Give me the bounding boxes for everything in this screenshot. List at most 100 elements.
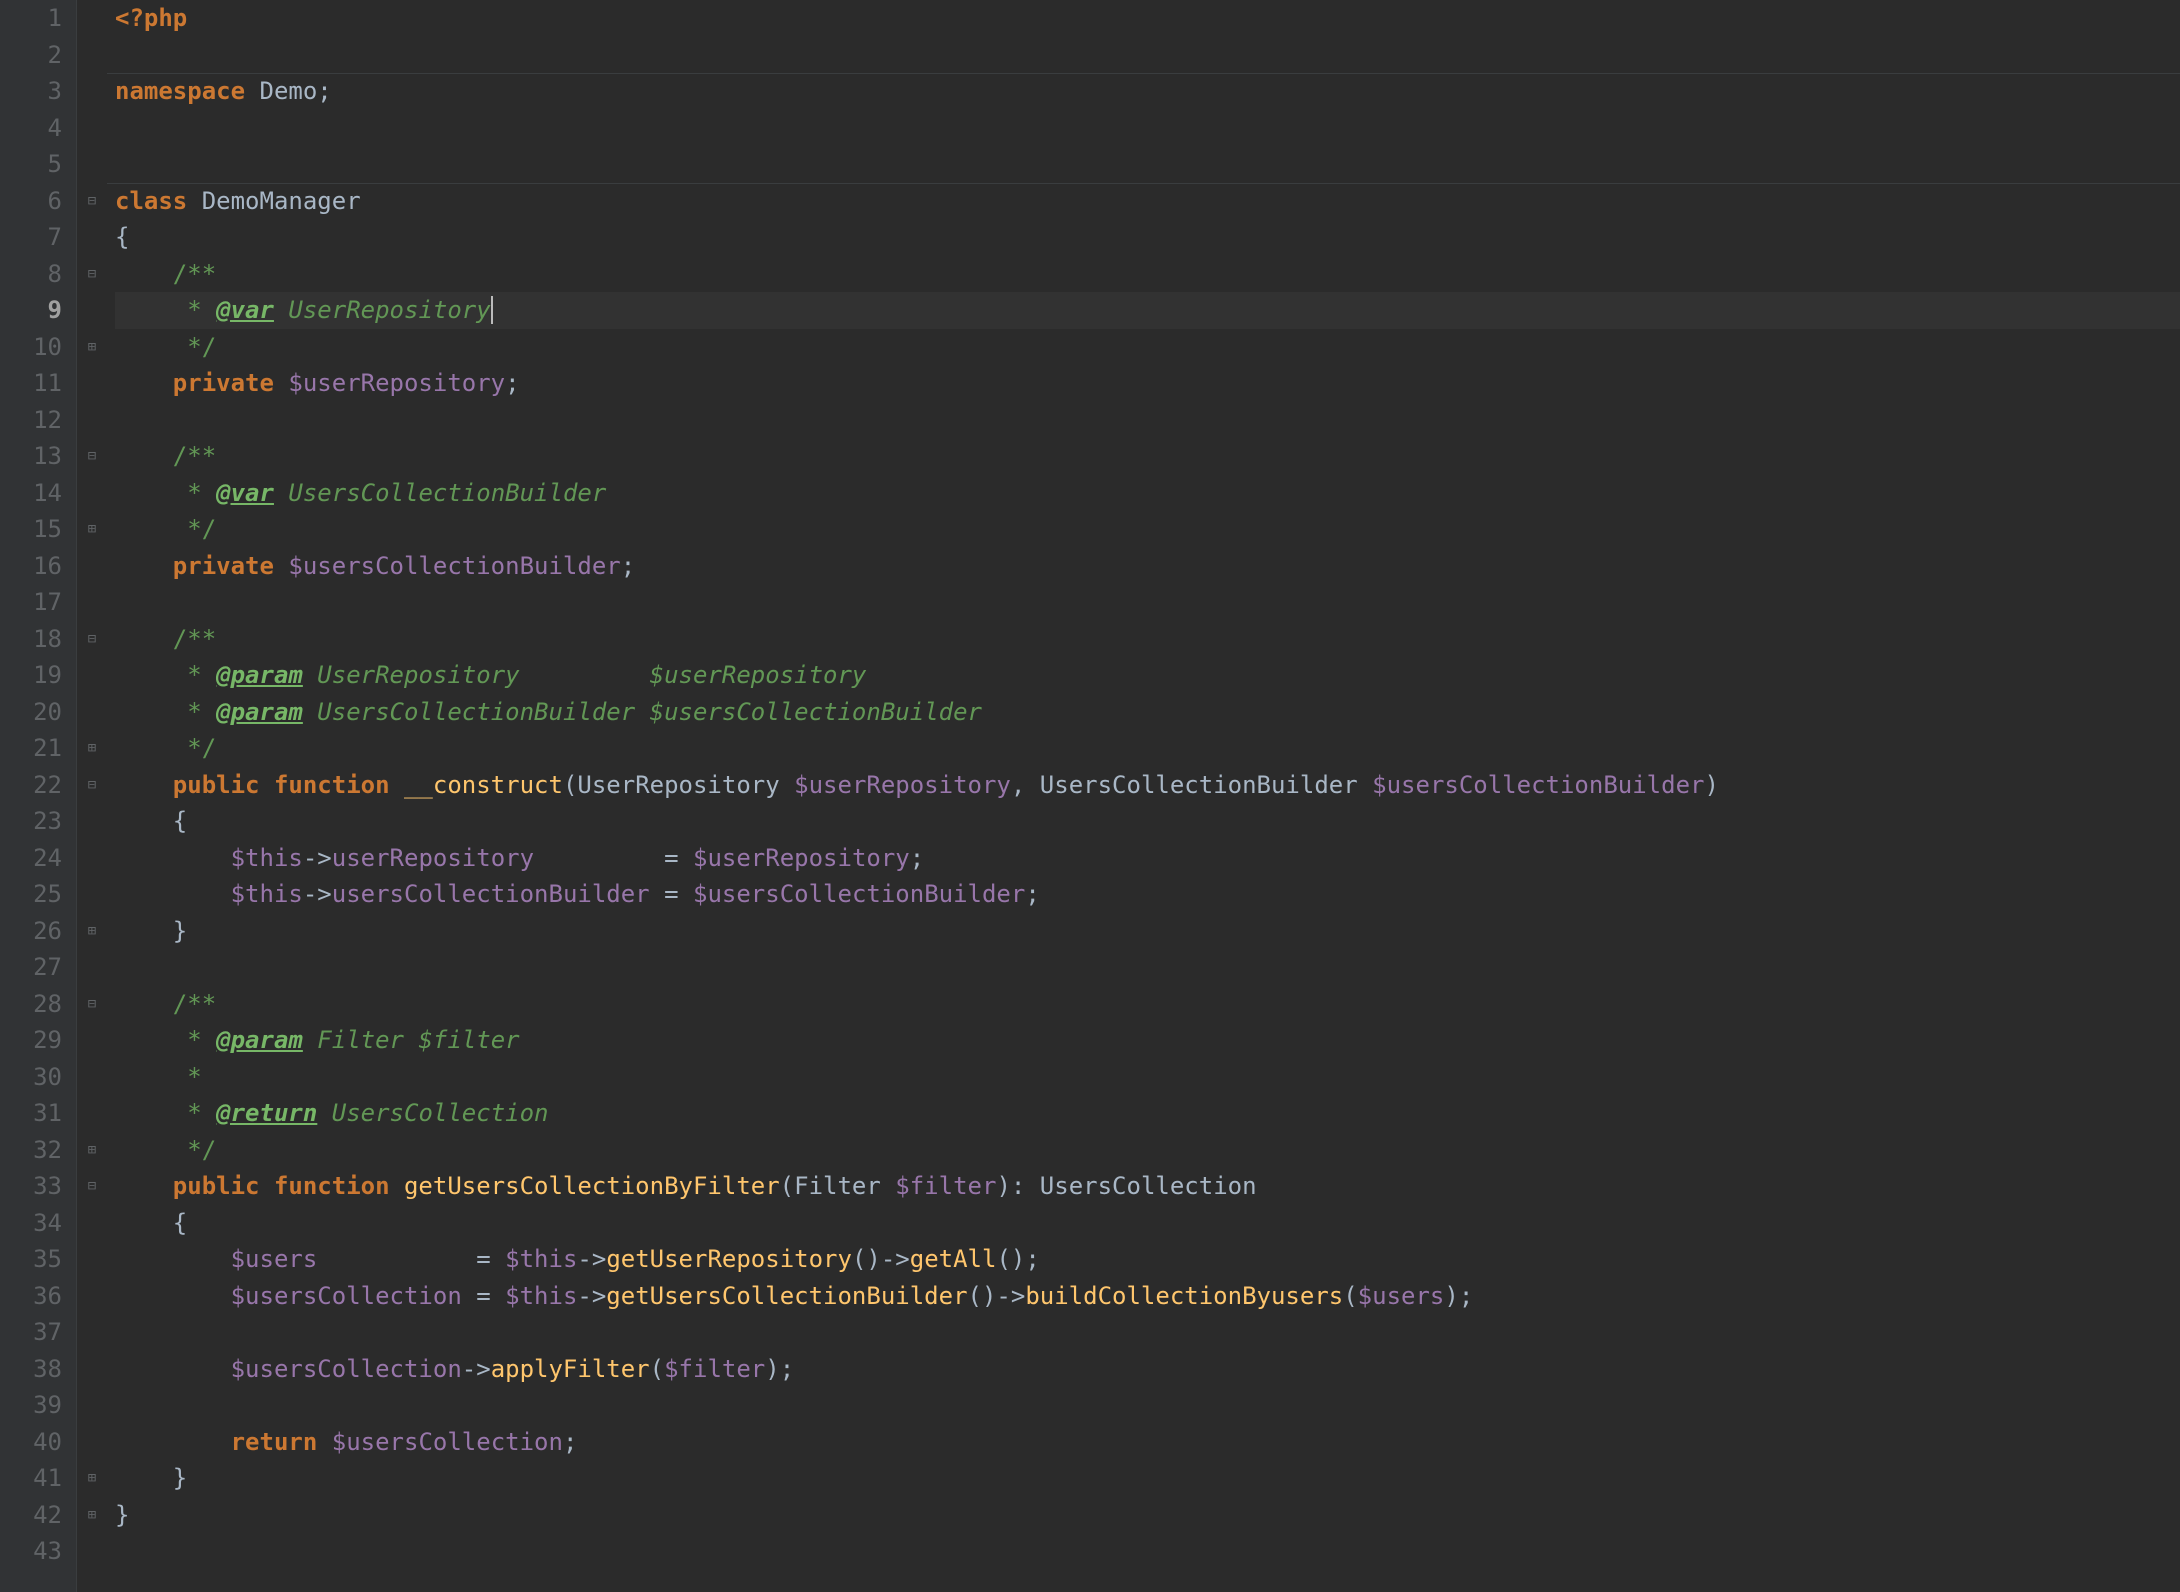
fold-open-icon[interactable]: ⊟ <box>77 1168 107 1205</box>
fold-close-icon[interactable]: ⊞ <box>77 511 107 548</box>
line-number[interactable]: 33 <box>22 1168 62 1205</box>
code-line[interactable] <box>115 402 2180 439</box>
code-line[interactable] <box>115 110 2180 147</box>
code-line[interactable]: $this->usersCollectionBuilder = $usersCo… <box>115 876 2180 913</box>
line-number[interactable]: 18 <box>22 621 62 658</box>
code-line[interactable]: namespace Demo; <box>115 73 2180 110</box>
code-line[interactable]: /** <box>115 986 2180 1023</box>
code-line[interactable]: { <box>115 803 2180 840</box>
line-number[interactable]: 30 <box>22 1059 62 1096</box>
line-number[interactable]: 43 <box>22 1533 62 1570</box>
fold-open-icon[interactable]: ⊟ <box>77 621 107 658</box>
line-number[interactable]: 16 <box>22 548 62 585</box>
line-number[interactable]: 37 <box>22 1314 62 1351</box>
line-number[interactable]: 34 <box>22 1205 62 1242</box>
code-line[interactable]: $this->userRepository = $userRepository; <box>115 840 2180 877</box>
code-line[interactable]: /** <box>115 438 2180 475</box>
code-line[interactable] <box>115 949 2180 986</box>
line-number[interactable]: 32 <box>22 1132 62 1169</box>
line-number[interactable]: 38 <box>22 1351 62 1388</box>
line-number[interactable]: 22 <box>22 767 62 804</box>
code-line[interactable]: class DemoManager <box>115 183 2180 220</box>
fold-open-icon[interactable]: ⊟ <box>77 183 107 220</box>
code-line[interactable]: * @param UserRepository $userRepository <box>115 657 2180 694</box>
code-line[interactable]: * @var UserRepository <box>115 292 2180 329</box>
code-line[interactable]: $usersCollection = $this->getUsersCollec… <box>115 1278 2180 1315</box>
line-number[interactable]: 31 <box>22 1095 62 1132</box>
line-number[interactable]: 28 <box>22 986 62 1023</box>
code-line[interactable]: { <box>115 1205 2180 1242</box>
line-number[interactable]: 7 <box>22 219 62 256</box>
code-line[interactable]: public function getUsersCollectionByFilt… <box>115 1168 2180 1205</box>
code-line[interactable]: */ <box>115 1132 2180 1169</box>
code-line[interactable]: * @param UsersCollectionBuilder $usersCo… <box>115 694 2180 731</box>
code-line[interactable]: private $userRepository; <box>115 365 2180 402</box>
code-line[interactable]: return $usersCollection; <box>115 1424 2180 1461</box>
line-number[interactable]: 11 <box>22 365 62 402</box>
fold-column[interactable]: ⊟⊟⊞⊟⊞⊟⊞⊟⊞⊟⊞⊟⊞⊞ <box>76 0 107 1592</box>
code-line[interactable]: <?php <box>115 0 2180 37</box>
line-number[interactable]: 4 <box>22 110 62 147</box>
code-line[interactable]: $usersCollection->applyFilter($filter); <box>115 1351 2180 1388</box>
line-number[interactable]: 27 <box>22 949 62 986</box>
code-line[interactable] <box>115 1533 2180 1570</box>
line-number[interactable]: 21 <box>22 730 62 767</box>
code-line[interactable] <box>115 146 2180 183</box>
line-number[interactable]: 29 <box>22 1022 62 1059</box>
code-line[interactable]: /** <box>115 621 2180 658</box>
line-number[interactable]: 14 <box>22 475 62 512</box>
fold-open-icon[interactable]: ⊟ <box>77 767 107 804</box>
code-line[interactable]: * @param Filter $filter <box>115 1022 2180 1059</box>
fold-close-icon[interactable]: ⊞ <box>77 913 107 950</box>
line-number[interactable]: 40 <box>22 1424 62 1461</box>
fold-close-icon[interactable]: ⊞ <box>77 1132 107 1169</box>
code-line[interactable]: * @var UsersCollectionBuilder <box>115 475 2180 512</box>
line-number[interactable]: 41 <box>22 1460 62 1497</box>
code-line[interactable]: /** <box>115 256 2180 293</box>
line-number[interactable]: 25 <box>22 876 62 913</box>
code-line[interactable] <box>115 584 2180 621</box>
line-number[interactable]: 3 <box>22 73 62 110</box>
fold-close-icon[interactable]: ⊞ <box>77 1460 107 1497</box>
line-number[interactable]: 15 <box>22 511 62 548</box>
code-line[interactable] <box>115 1314 2180 1351</box>
fold-open-icon[interactable]: ⊟ <box>77 986 107 1023</box>
code-line[interactable]: * @return UsersCollection <box>115 1095 2180 1132</box>
code-line[interactable]: } <box>115 1497 2180 1534</box>
code-line[interactable] <box>115 37 2180 74</box>
line-number[interactable]: 20 <box>22 694 62 731</box>
line-number[interactable]: 26 <box>22 913 62 950</box>
code-editor[interactable]: 1234567891011121314151617181920212223242… <box>0 0 2180 1592</box>
line-number[interactable]: 23 <box>22 803 62 840</box>
code-line[interactable]: private $usersCollectionBuilder; <box>115 548 2180 585</box>
code-line[interactable]: */ <box>115 730 2180 767</box>
line-number[interactable]: 12 <box>22 402 62 439</box>
line-number[interactable]: 19 <box>22 657 62 694</box>
code-line[interactable]: */ <box>115 329 2180 366</box>
code-line[interactable]: } <box>115 913 2180 950</box>
code-line[interactable]: * <box>115 1059 2180 1096</box>
line-number[interactable]: 10 <box>22 329 62 366</box>
line-number[interactable]: 8 <box>22 256 62 293</box>
code-line[interactable]: */ <box>115 511 2180 548</box>
fold-open-icon[interactable]: ⊟ <box>77 256 107 293</box>
line-number[interactable]: 5 <box>22 146 62 183</box>
code-area[interactable]: <?php namespace Demo; class DemoManager { /… <box>107 0 2180 1592</box>
code-line[interactable]: public function __construct(UserReposito… <box>115 767 2180 804</box>
line-number[interactable]: 35 <box>22 1241 62 1278</box>
code-line[interactable]: $users = $this->getUserRepository()->get… <box>115 1241 2180 1278</box>
line-number[interactable]: 6 <box>22 183 62 220</box>
line-number[interactable]: 42 <box>22 1497 62 1534</box>
fold-close-icon[interactable]: ⊞ <box>77 730 107 767</box>
line-number[interactable]: 17 <box>22 584 62 621</box>
line-number[interactable]: 13 <box>22 438 62 475</box>
fold-close-icon[interactable]: ⊞ <box>77 1497 107 1534</box>
line-number[interactable]: 24 <box>22 840 62 877</box>
line-number-gutter[interactable]: 1234567891011121314151617181920212223242… <box>0 0 76 1592</box>
fold-close-icon[interactable]: ⊞ <box>77 329 107 366</box>
line-number[interactable]: 36 <box>22 1278 62 1315</box>
code-line[interactable]: } <box>115 1460 2180 1497</box>
fold-open-icon[interactable]: ⊟ <box>77 438 107 475</box>
line-number[interactable]: 1 <box>22 0 62 37</box>
line-number[interactable]: 2 <box>22 37 62 74</box>
